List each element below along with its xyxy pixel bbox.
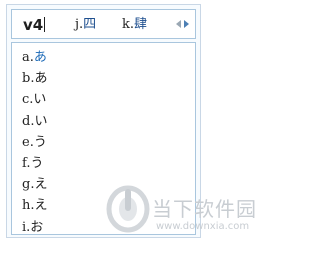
list-item-value: う xyxy=(30,155,44,171)
list-item-key: c. xyxy=(22,92,34,108)
list-item-key: d. xyxy=(22,113,35,129)
list-item-value: お xyxy=(30,219,44,235)
list-item-value: い xyxy=(33,92,47,108)
list-item-value: あ xyxy=(33,50,47,65)
composition-bar: v4 j.四 k.肆 xyxy=(11,9,196,39)
page-prev-icon[interactable] xyxy=(176,20,181,28)
list-item-value: え xyxy=(34,177,48,193)
downxia-logo-icon xyxy=(106,185,150,233)
list-item-key: b. xyxy=(22,71,35,87)
candidate-key: k. xyxy=(122,17,135,32)
list-item-d[interactable]: d.い xyxy=(12,111,195,132)
watermark-title: 当下软件园 xyxy=(152,197,257,221)
watermark-url: www.downxia.com xyxy=(156,221,250,232)
text-caret xyxy=(44,17,46,32)
list-item-key: h. xyxy=(22,198,35,214)
list-item-value: あ xyxy=(34,71,48,87)
composition-input[interactable]: v4 xyxy=(23,16,46,34)
list-item-e[interactable]: e.う xyxy=(12,132,195,153)
list-item-a[interactable]: a.あ xyxy=(12,47,195,68)
composition-text: v4 xyxy=(23,16,44,34)
candidate-j[interactable]: j.四 xyxy=(75,17,96,33)
list-item-key: e. xyxy=(22,134,34,150)
candidate-value: 四 xyxy=(83,17,97,32)
candidate-key: j. xyxy=(75,17,84,32)
list-item-key: g. xyxy=(22,177,35,193)
list-item-key: a. xyxy=(22,50,34,65)
candidate-k[interactable]: k.肆 xyxy=(122,17,147,33)
list-item-c[interactable]: c.い xyxy=(12,89,195,110)
list-item-value: え xyxy=(34,198,48,214)
page-navigator xyxy=(176,18,189,30)
list-item-b[interactable]: b.あ xyxy=(12,68,195,89)
list-item-value: う xyxy=(33,134,47,150)
list-item-value: い xyxy=(34,113,48,129)
list-item-f[interactable]: f.う xyxy=(12,153,195,174)
watermark: 当下软件园 www.downxia.com xyxy=(106,183,276,243)
page-next-icon[interactable] xyxy=(184,20,189,28)
candidate-value: 肆 xyxy=(134,17,148,32)
